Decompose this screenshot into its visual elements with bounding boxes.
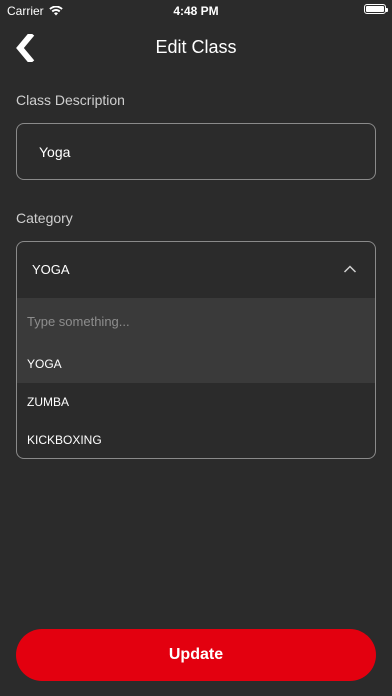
category-option-yoga[interactable]: YOGA xyxy=(17,345,375,383)
nav-bar: Edit Class xyxy=(0,28,392,68)
chevron-up-icon xyxy=(343,265,357,273)
status-time: 4:48 PM xyxy=(173,4,219,18)
category-selected-value: YOGA xyxy=(32,262,70,277)
description-label: Class Description xyxy=(16,92,125,108)
description-field[interactable] xyxy=(16,123,376,180)
category-dropdown-header[interactable]: YOGA xyxy=(17,242,375,298)
category-option-kickboxing[interactable]: KICKBOXING xyxy=(17,421,375,458)
status-bar: Carrier 4:48 PM xyxy=(0,0,392,20)
update-button[interactable]: Update xyxy=(16,629,376,681)
category-search-input[interactable] xyxy=(27,298,357,345)
page-title: Edit Class xyxy=(155,37,237,57)
status-right xyxy=(364,4,388,14)
category-option-zumba[interactable]: ZUMBA xyxy=(17,383,375,421)
category-dropdown: YOGA YOGA ZUMBA KICKBOXING xyxy=(16,241,376,459)
battery-icon xyxy=(364,4,388,14)
category-search[interactable] xyxy=(17,298,375,345)
description-input[interactable] xyxy=(39,124,359,179)
category-label: Category xyxy=(16,210,73,226)
